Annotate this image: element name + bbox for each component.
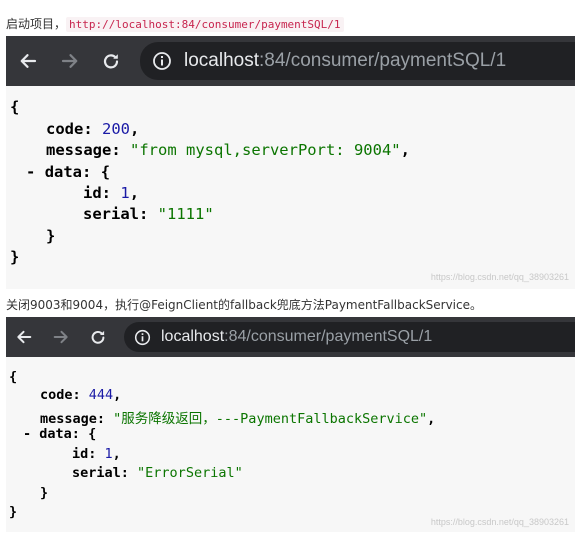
json-response-body: { code: 200, message: "from mysql,server…: [6, 86, 575, 289]
json-line-id: id: 1,: [83, 184, 140, 202]
json-value-serial: "1111": [157, 205, 214, 223]
watermark: https://blog.csdn.net/qq_38903261: [430, 272, 569, 282]
json-response-body: { code: 444, message: "服务降级返回，---Payment…: [6, 357, 575, 532]
address-url[interactable]: localhost:84/consumer/paymentSQL/1: [161, 328, 432, 346]
json-key-id: id: [83, 184, 102, 202]
caption-start-project: 启动项目， http://localhost:84/consumer/paymen…: [6, 15, 344, 32]
info-icon[interactable]: [134, 329, 151, 346]
json-line-serial: serial: "1111": [83, 205, 214, 223]
json-key-code: code: [46, 120, 84, 138]
json-key-data: data: [39, 426, 72, 442]
json-key-code: code: [40, 387, 73, 403]
json-value-id: 1: [104, 446, 113, 462]
json-value-id: 1: [120, 184, 130, 202]
reload-icon: [89, 328, 107, 346]
json-key-serial: serial: [83, 205, 139, 223]
browser-screenshot-2: localhost:84/consumer/paymentSQL/1 { cod…: [6, 317, 575, 532]
json-value-message: "from mysql,serverPort: 9004": [130, 141, 401, 159]
caption-text: 启动项目，: [6, 17, 67, 31]
back-arrow-icon: [18, 51, 38, 71]
browser-toolbar: localhost:84/consumer/paymentSQL/1: [6, 36, 575, 86]
json-key-message: message: [40, 411, 97, 427]
json-close-brace: }: [9, 504, 18, 520]
back-button[interactable]: [14, 36, 42, 86]
caption-fallback: 关闭9003和9004，执行@FeignClient的fallback兜底方法P…: [6, 296, 482, 313]
json-line-code: code: 200,: [46, 120, 140, 138]
caption-url-code: http://localhost:84/consumer/paymentSQL/…: [66, 17, 344, 32]
json-key-serial: serial: [72, 465, 121, 481]
collapse-toggle[interactable]: -: [23, 426, 31, 442]
watermark: https://blog.csdn.net/qq_38903261: [430, 517, 569, 527]
url-path: :84/consumer/paymentSQL/1: [224, 328, 433, 345]
json-key-id: id: [72, 446, 89, 462]
browser-toolbar: localhost:84/consumer/paymentSQL/1: [6, 317, 575, 357]
reload-icon: [101, 51, 121, 71]
forward-arrow-icon: [60, 51, 80, 71]
address-bar[interactable]: localhost:84/consumer/paymentSQL/1: [124, 322, 575, 352]
json-value-code: 444: [88, 387, 114, 403]
json-line-data: - data: {: [23, 426, 97, 442]
json-line-code: code: 444,: [40, 387, 122, 403]
json-data-open: {: [88, 426, 97, 442]
json-line-message: message: "from mysql,serverPort: 9004",: [46, 141, 410, 159]
url-path: :84/consumer/paymentSQL/1: [259, 50, 507, 71]
forward-button[interactable]: [56, 36, 84, 86]
json-line-id: id: 1,: [72, 446, 121, 462]
browser-screenshot-1: localhost:84/consumer/paymentSQL/1 { cod…: [6, 36, 575, 289]
reload-button[interactable]: [86, 317, 110, 357]
json-line-message: message: "服务降级返回，---PaymentFallbackServi…: [40, 411, 436, 427]
address-bar[interactable]: localhost:84/consumer/paymentSQL/1: [140, 42, 575, 80]
json-close-brace: }: [10, 248, 20, 266]
json-data-close: }: [46, 227, 56, 245]
json-open-brace: {: [9, 369, 18, 385]
json-key-message: message: [46, 141, 112, 159]
json-value-code: 200: [102, 120, 130, 138]
collapse-toggle[interactable]: -: [26, 163, 35, 181]
url-host: localhost: [161, 328, 225, 345]
back-arrow-icon: [15, 328, 33, 346]
json-value-serial: "ErrorSerial": [137, 465, 243, 481]
forward-arrow-icon: [52, 328, 70, 346]
json-key-data: data: [44, 163, 83, 181]
json-line-data: - data: {: [26, 163, 111, 181]
json-data-close: }: [40, 485, 49, 501]
json-line-serial: serial: "ErrorSerial": [72, 465, 243, 481]
json-value-message: "服务降级返回，---PaymentFallbackService": [113, 411, 428, 427]
json-open-brace: {: [10, 98, 20, 116]
json-data-open: {: [100, 163, 111, 181]
back-button[interactable]: [12, 317, 36, 357]
info-icon[interactable]: [152, 51, 172, 71]
forward-button[interactable]: [49, 317, 73, 357]
caption-text: 关闭9003和9004，执行@FeignClient的fallback兜底方法P…: [6, 298, 482, 312]
url-host: localhost: [184, 50, 259, 71]
reload-button[interactable]: [97, 36, 125, 86]
address-url[interactable]: localhost:84/consumer/paymentSQL/1: [184, 50, 506, 72]
